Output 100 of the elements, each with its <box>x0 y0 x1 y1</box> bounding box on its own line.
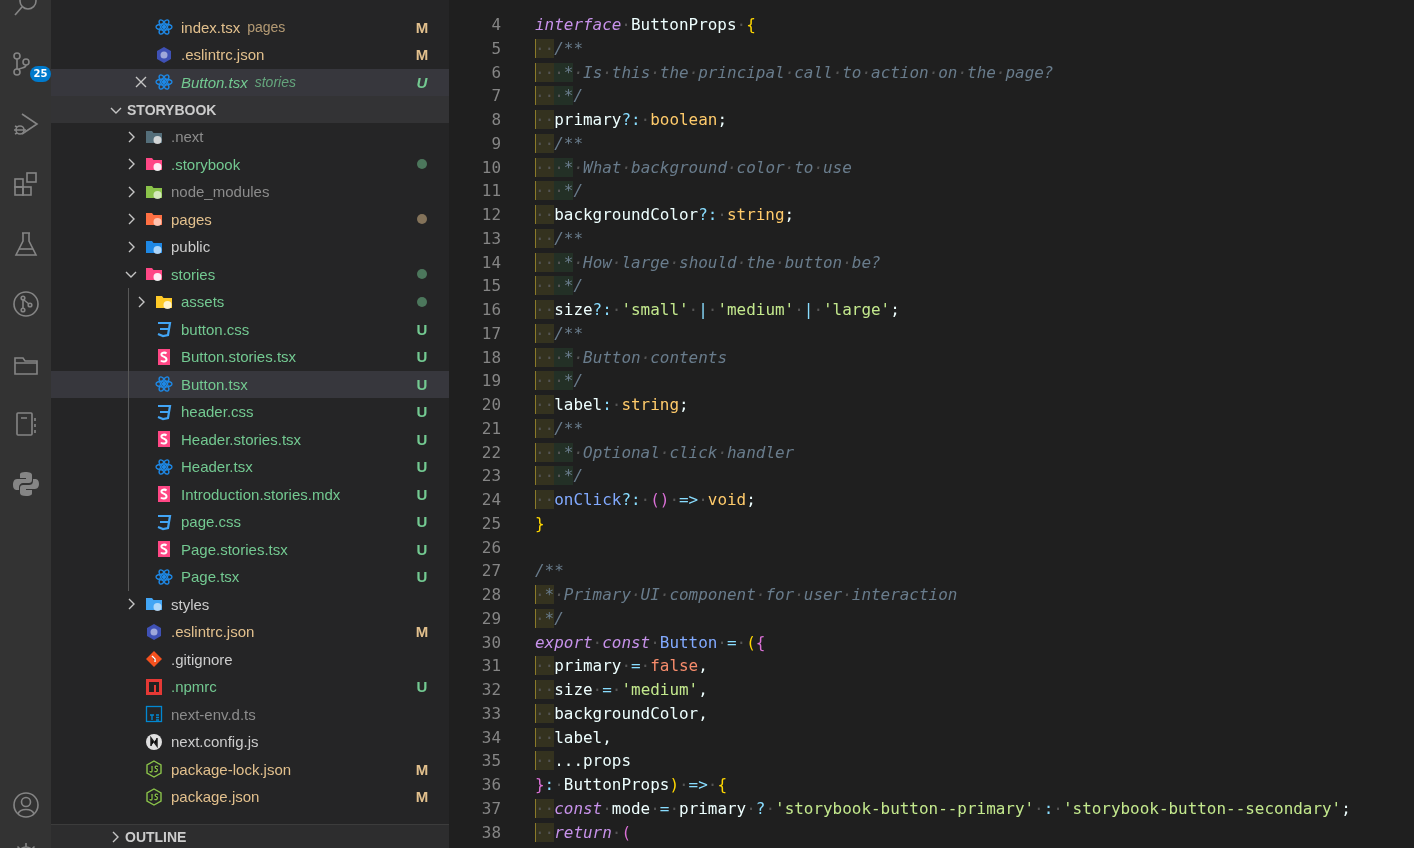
folder-icon <box>145 210 163 229</box>
open-editor-item[interactable]: .eslintrc.json M <box>51 41 449 69</box>
file-name: .npmrc <box>171 678 217 696</box>
file-item[interactable]: Header.stories.tsx U <box>51 425 449 453</box>
folder-item[interactable]: node_modules <box>51 178 449 206</box>
code-line: ···*/ <box>535 180 584 203</box>
circle-icon <box>145 732 163 751</box>
file-item[interactable]: next.config.js <box>51 728 449 756</box>
file-item[interactable]: next-env.d.ts <box>51 700 449 728</box>
file-name: package.json <box>171 788 260 806</box>
python-icon[interactable] <box>11 470 40 498</box>
file-item[interactable]: Button.stories.tsx U <box>51 343 449 371</box>
file-item[interactable]: Page.stories.tsx U <box>51 535 449 563</box>
file-item[interactable]: page.css U <box>51 508 449 536</box>
atom-icon <box>155 457 173 476</box>
code-line: ···*/ <box>535 275 584 298</box>
git-status: U <box>415 403 429 421</box>
atom-icon <box>155 18 173 37</box>
line-number: 27 <box>480 560 501 583</box>
section-title: OUTLINE <box>125 828 187 845</box>
file-item[interactable]: .npmrc U <box>51 673 449 701</box>
folder-item[interactable]: .next <box>51 123 449 151</box>
folder-item[interactable]: public <box>51 233 449 261</box>
folder-icon <box>145 265 163 284</box>
css-file-icon <box>155 402 173 421</box>
file-name: header.css <box>181 403 254 421</box>
git-status: U <box>415 348 429 366</box>
line-number: 4 <box>490 14 501 36</box>
section-header[interactable]: OUTLINE <box>51 824 449 848</box>
folder-icon <box>145 595 163 614</box>
file-item[interactable]: Page.tsx U <box>51 563 449 591</box>
git-status: U <box>415 73 429 91</box>
code-line: ···*·Button·contents <box>535 346 727 369</box>
git-status: M <box>415 623 429 641</box>
file-item[interactable]: .eslintrc.json M <box>51 618 449 646</box>
hexagon-icon <box>145 622 163 641</box>
open-editor-item[interactable]: Button.tsx stories U <box>51 68 449 96</box>
file-item[interactable]: button.css U <box>51 315 449 343</box>
file-name: index.tsx <box>181 18 241 36</box>
atom-icon <box>155 73 173 92</box>
css-file-icon <box>155 512 173 531</box>
file-name: Button.tsx <box>181 375 248 393</box>
file-item[interactable]: header.css U <box>51 398 449 426</box>
file-name: Button.stories.tsx <box>181 348 297 366</box>
hexagon-icon <box>155 45 173 64</box>
code-line: ··backgroundColor, <box>535 702 708 725</box>
line-number: 38 <box>480 821 501 844</box>
code-line: ··size?:·'small'·|·'medium'·|·'large'; <box>535 299 900 321</box>
file-name: next.config.js <box>171 733 259 751</box>
line-number: 22 <box>480 441 501 464</box>
git-status: U <box>415 375 429 393</box>
line-number: 9 <box>490 132 501 155</box>
section-header[interactable]: STORYBOOK <box>51 96 449 123</box>
extensions-icon[interactable] <box>11 170 40 198</box>
file-item[interactable]: Header.tsx U <box>51 453 449 481</box>
account-icon[interactable] <box>11 791 40 819</box>
file-name: .gitignore <box>171 650 233 668</box>
code-line: ··label:·string; <box>535 394 689 416</box>
close-icon[interactable] <box>135 76 147 89</box>
git-status: U <box>415 430 429 448</box>
line-number: 20 <box>480 394 501 416</box>
code-line: ···*·Optional·click·handler <box>535 441 795 464</box>
folder-name: stories <box>171 265 216 283</box>
code-line: ··/** <box>535 37 583 60</box>
folder-item[interactable]: .storybook <box>51 150 449 178</box>
folder-name: public <box>171 238 211 256</box>
line-number: 13 <box>480 227 501 250</box>
file-name: .eslintrc.json <box>181 46 265 64</box>
open-editor-item[interactable]: index.tsx pages M <box>51 13 449 41</box>
code-line: ··primary?:·boolean; <box>535 109 727 131</box>
line-number: 37 <box>480 797 501 820</box>
file-item[interactable]: package.json M <box>51 783 449 811</box>
line-number: 14 <box>480 251 501 274</box>
folder-name: assets <box>181 293 225 311</box>
code-line: ··backgroundColor?:·string; <box>535 204 795 226</box>
file-icon <box>155 347 173 366</box>
folder-path: stories <box>254 74 296 91</box>
file-item[interactable]: Button.tsx U <box>51 370 449 398</box>
line-number: 10 <box>480 156 501 179</box>
folder-item[interactable]: stories <box>51 260 449 288</box>
source-control-icon[interactable] <box>11 50 30 78</box>
git-status: U <box>415 320 429 338</box>
count-badge: 25 <box>29 66 51 82</box>
run-debug-icon[interactable] <box>11 110 40 138</box>
folder-item[interactable]: pages <box>51 205 449 233</box>
git-graph-icon[interactable] <box>11 290 40 318</box>
git-status: U <box>415 540 429 558</box>
file-item[interactable]: .gitignore <box>51 645 449 673</box>
code-line: ··label, <box>535 726 612 749</box>
file-name: page.css <box>181 513 242 531</box>
file-name: button.css <box>181 320 250 338</box>
folder-item[interactable]: styles <box>51 590 449 618</box>
folder-item[interactable]: assets <box>51 288 449 316</box>
line-number: 30 <box>480 631 501 654</box>
line-number: 5 <box>490 37 501 60</box>
git-status: M <box>415 788 429 806</box>
folder-name: .next <box>171 128 204 146</box>
file-item[interactable]: package-lock.json M <box>51 755 449 783</box>
line-number: 35 <box>480 750 501 773</box>
file-item[interactable]: Introduction.stories.mdx U <box>51 480 449 508</box>
